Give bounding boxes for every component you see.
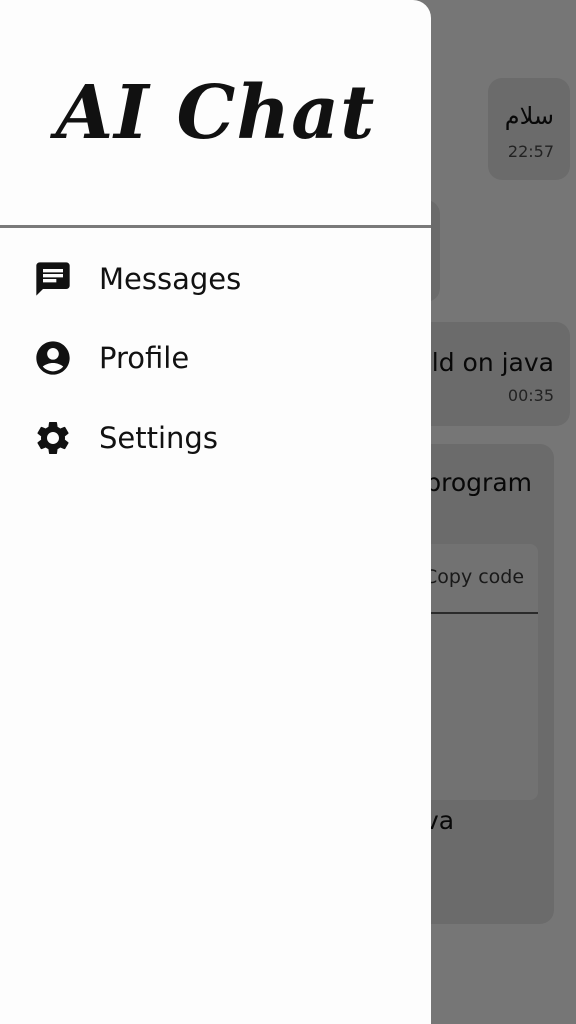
drawer-item-label: Settings bbox=[99, 421, 218, 455]
drawer-divider bbox=[0, 225, 431, 228]
account-circle-icon bbox=[33, 338, 73, 378]
drawer-item-label: Profile bbox=[99, 341, 190, 375]
drawer-item-label: Messages bbox=[99, 262, 242, 296]
drawer-item-profile[interactable]: Profile bbox=[0, 322, 431, 394]
drawer-item-messages[interactable]: Messages bbox=[0, 243, 431, 315]
chat-icon bbox=[33, 259, 73, 299]
app-title: AI Chat bbox=[55, 70, 376, 156]
gear-icon bbox=[33, 418, 73, 458]
navigation-drawer: AI Chat Messages Profile Settings bbox=[0, 0, 431, 1024]
drawer-item-settings[interactable]: Settings bbox=[0, 402, 431, 474]
drawer-header: AI Chat bbox=[0, 0, 431, 226]
